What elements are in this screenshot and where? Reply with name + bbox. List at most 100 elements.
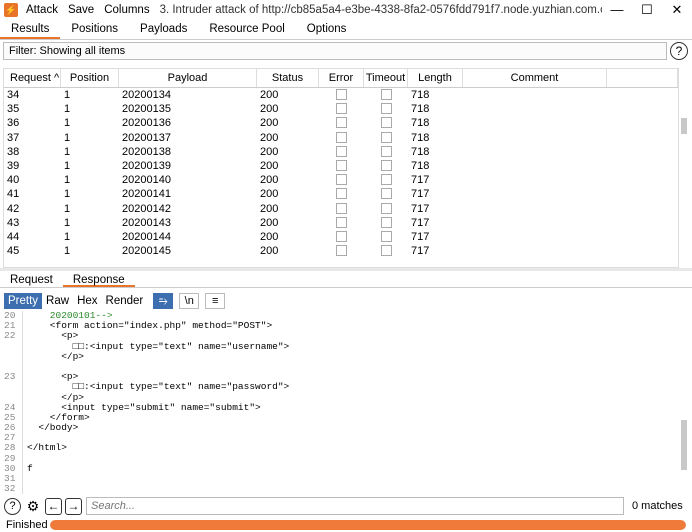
cell-length: 717 [411,230,430,243]
table-row[interactable]: 38 1 20200138 200 718 [4,145,678,159]
progress-bar [50,520,686,530]
code-line: □□:<input type="text" name="password"> [27,381,290,393]
editor-toolbar: Pretty Raw Hex Render ⥱ \n ≡ [4,292,226,309]
line-number [4,382,16,392]
status-label: Finished [6,519,48,531]
table-row[interactable]: 37 1 20200137 200 718 [4,131,678,145]
checkbox [336,188,347,200]
help-icon[interactable]: ? [4,497,21,515]
cell-error [319,116,364,130]
tab-request[interactable]: Request [0,272,63,287]
view-pretty[interactable]: Pretty [4,292,43,309]
menu-columns[interactable]: Columns [104,4,149,16]
column-header-position[interactable]: Position [61,69,119,87]
menu-attack[interactable]: Attack [26,4,58,16]
menu-save[interactable]: Save [68,4,94,16]
cell-payload: 20200145 [122,245,171,258]
column-header-request[interactable]: Request ^ [4,69,61,87]
filter-bar[interactable]: Filter: Showing all items [3,42,667,60]
column-header-status[interactable]: Status [257,69,319,87]
cell-error [319,102,364,116]
cell-position: 1 [64,245,71,258]
cell-payload: 20200140 [122,174,171,187]
view-render[interactable]: Render [102,293,148,309]
tab-positions[interactable]: Positions [60,20,129,39]
cell-position: 1 [64,145,71,158]
table-row[interactable]: 44 1 20200144 200 717 [4,230,678,244]
checkbox [336,117,347,129]
arrow-left-icon[interactable]: ← [45,497,62,515]
cell-error [319,230,364,244]
table-row[interactable]: 35 1 20200135 200 718 [4,102,678,116]
checkbox [381,245,392,257]
code-line: </html> [27,442,67,454]
cell-error [319,216,364,230]
column-header-error[interactable]: Error [319,69,364,87]
table-header: Request ^ Position Payload Status Error … [4,69,678,88]
progress-fill [50,520,686,530]
menu-icon[interactable]: ≡ [205,292,226,309]
maximize-button[interactable]: ☐ [632,2,662,18]
code-line: </body> [27,422,79,434]
cell-request: 42 [7,202,20,215]
cell-position: 1 [64,216,71,229]
cell-length: 718 [411,117,430,130]
checkbox [381,230,392,242]
view-raw[interactable]: Raw [42,293,73,309]
table-row[interactable]: 41 1 20200141 200 717 [4,187,678,201]
cell-payload: 20200137 [122,131,171,144]
cell-position: 1 [64,103,71,116]
tab-results[interactable]: Results [0,20,61,39]
window-title: 3. Intruder attack of http://cb85a5a4-e3… [159,4,602,16]
cell-position: 1 [64,188,71,201]
cell-timeout [364,202,408,216]
checkbox [381,188,392,200]
table-row[interactable]: 45 1 20200145 200 717 [4,244,678,258]
cell-timeout [364,187,408,201]
cell-error [319,187,364,201]
column-header-payload[interactable]: Payload [119,69,257,87]
editor-scrollbar[interactable] [681,420,687,470]
checkbox [336,230,347,242]
cell-request: 36 [7,117,20,130]
column-header-comment[interactable]: Comment [463,69,607,87]
column-header-timeout[interactable]: Timeout [364,69,408,87]
tab-options[interactable]: Options [296,20,358,39]
checkbox [381,117,392,129]
table-row[interactable]: 43 1 20200143 200 717 [4,216,678,230]
tab-response[interactable]: Response [62,272,135,287]
gear-icon[interactable]: ⚙ [24,497,42,515]
table-row[interactable]: 34 1 20200134 200 718 [4,88,678,102]
tab-payloads[interactable]: Payloads [129,20,198,39]
newline-icon[interactable]: \n [179,292,200,309]
arrow-right-icon[interactable]: → [65,497,82,515]
cell-position: 1 [64,159,71,172]
cell-status: 200 [260,103,279,116]
checkbox [336,145,347,157]
code-lines: 20200101--> <form action="index.php" met… [22,311,290,495]
wrap-lines-icon[interactable]: ⥱ [153,292,174,309]
table-row[interactable]: 36 1 20200136 200 718 [4,116,678,130]
column-header-length[interactable]: Length [408,69,463,87]
table-row[interactable]: 40 1 20200140 200 717 [4,173,678,187]
cell-status: 200 [260,145,279,158]
close-button[interactable]: ✕ [662,2,692,18]
cell-timeout [364,102,408,116]
cell-position: 1 [64,230,71,243]
checkbox [381,103,392,115]
table-row[interactable]: 42 1 20200142 200 717 [4,202,678,216]
tab-resource-pool[interactable]: Resource Pool [198,20,295,39]
table-row[interactable]: 39 1 20200139 200 718 [4,159,678,173]
cell-status: 200 [260,245,279,258]
pane-splitter[interactable] [0,268,692,271]
checkbox [381,145,392,157]
search-input[interactable] [86,497,624,515]
minimize-button[interactable]: — [602,2,632,18]
help-icon[interactable]: ? [670,42,688,60]
table-scrollbar[interactable] [681,118,687,134]
view-hex[interactable]: Hex [73,293,101,309]
cell-request: 35 [7,103,20,116]
response-editor[interactable]: 20 21 22 23 24 25 26 27 28 29 30 31 32 20200101--> <… [0,311,680,495]
cell-length: 718 [411,131,430,144]
